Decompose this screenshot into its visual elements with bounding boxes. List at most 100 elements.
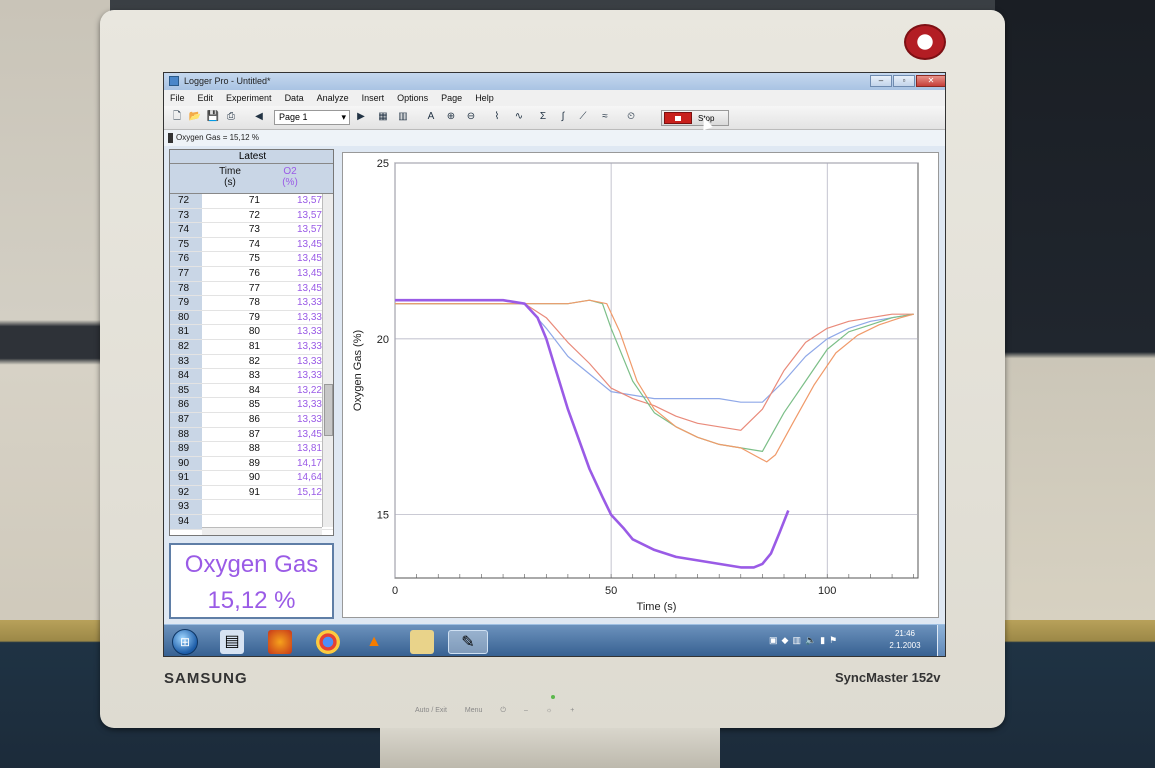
time-cell[interactable]: 73: [202, 223, 262, 238]
time-cell[interactable]: 81: [202, 340, 262, 355]
time-cell[interactable]: 83: [202, 369, 262, 384]
time-cell[interactable]: 75: [202, 252, 262, 267]
monitor-control[interactable]: ☼: [546, 707, 552, 715]
examine-icon[interactable]: ⌇: [490, 110, 504, 124]
table-row[interactable]: 73 72 13,57: [170, 208, 333, 224]
table-row[interactable]: 89 88 13,81: [170, 442, 333, 457]
o2-cell[interactable]: 13,33: [262, 413, 322, 428]
minimize-button[interactable]: –: [870, 75, 892, 87]
zoom-in-icon[interactable]: ⊕: [444, 110, 458, 124]
monitor-control[interactable]: ⏻: [500, 707, 506, 715]
maximize-button[interactable]: ▫: [893, 75, 915, 87]
table-row[interactable]: 86 85 13,33: [170, 398, 333, 413]
new-file-icon[interactable]: 🗋: [170, 110, 184, 124]
monitor-control[interactable]: –: [524, 707, 528, 715]
linear-fit-icon[interactable]: ⟋: [576, 110, 590, 124]
start-button[interactable]: ⊞: [172, 629, 198, 655]
clock-icon[interactable]: ⏲: [624, 110, 638, 124]
o2-cell[interactable]: 13,45: [262, 282, 322, 297]
tangent-icon[interactable]: ∿: [512, 110, 526, 124]
table-row[interactable]: 78 77 13,45: [170, 281, 333, 297]
next-page-icon[interactable]: ▶: [354, 110, 368, 124]
menu-options[interactable]: Options: [397, 93, 428, 103]
close-button[interactable]: ✕: [916, 75, 945, 87]
time-cell[interactable]: 89: [202, 457, 262, 472]
zoom-out-icon[interactable]: ⊖: [464, 110, 478, 124]
calculator-icon[interactable]: ▤: [220, 630, 244, 654]
print-icon[interactable]: ⎙: [224, 110, 238, 124]
o2-cell[interactable]: 13,33: [262, 398, 322, 413]
menu-experiment[interactable]: Experiment: [226, 93, 272, 103]
scrollbar-thumb[interactable]: [324, 384, 333, 436]
time-cell[interactable]: 85: [202, 398, 262, 413]
table-row[interactable]: 91 90 14,64: [170, 471, 333, 486]
time-cell[interactable]: 90: [202, 471, 262, 486]
o2-cell[interactable]: 15,12: [262, 486, 322, 501]
show-desktop-button[interactable]: [937, 625, 945, 656]
time-cell[interactable]: 77: [202, 282, 262, 297]
o2-cell[interactable]: 13,45: [262, 238, 322, 253]
time-cell[interactable]: 86: [202, 413, 262, 428]
table-row[interactable]: 81 80 13,33: [170, 325, 333, 340]
tray-battery-icon[interactable]: ▮: [820, 635, 825, 649]
table-icon[interactable]: ▦: [376, 110, 390, 124]
table-vertical-scrollbar[interactable]: [322, 194, 333, 527]
table-row[interactable]: 77 76 13,45: [170, 266, 333, 282]
o2-cell[interactable]: 13,81: [262, 442, 322, 457]
column-header-o2[interactable]: O2 (%): [262, 166, 318, 188]
title-bar[interactable]: Logger Pro - Untitled* – ▫ ✕: [164, 73, 945, 90]
integral-icon[interactable]: ∫: [556, 110, 570, 124]
menu-insert[interactable]: Insert: [362, 93, 385, 103]
o2-cell[interactable]: 13,33: [262, 340, 322, 355]
table-row[interactable]: 87 86 13,33: [170, 412, 333, 428]
table-row[interactable]: 82 81 13,33: [170, 339, 333, 355]
time-cell[interactable]: 78: [202, 296, 262, 311]
chrome-icon[interactable]: [316, 630, 340, 654]
stop-button[interactable]: Stop: [661, 110, 729, 126]
oxygen-chart[interactable]: 0 50 100 15 20 25 Time (s) Oxygen Gas (%): [343, 153, 940, 619]
table-row[interactable]: 90 89 14,17: [170, 456, 333, 472]
time-cell[interactable]: 82: [202, 355, 262, 370]
previous-page-icon[interactable]: ◀: [252, 110, 266, 124]
time-cell[interactable]: 72: [202, 209, 262, 224]
monitor-control[interactable]: +: [570, 707, 574, 715]
menu-edit[interactable]: Edit: [198, 93, 214, 103]
time-cell[interactable]: 84: [202, 384, 262, 399]
page-select[interactable]: Page 1 ▾: [274, 110, 350, 125]
tray-volume-icon[interactable]: 🔈: [805, 635, 816, 649]
time-cell[interactable]: 71: [202, 194, 262, 209]
tray-app-icon[interactable]: ▣: [769, 635, 778, 649]
data-table[interactable]: Latest Time (s) O2 (%) 72 71 13,57 73 72 13,5…: [169, 149, 334, 536]
curve-fit-icon[interactable]: ≈: [598, 110, 612, 124]
open-folder-icon[interactable]: 📂: [188, 110, 202, 124]
o2-cell[interactable]: 13,57: [262, 194, 322, 209]
table-row[interactable]: 75 74 13,45: [170, 237, 333, 253]
time-cell[interactable]: 88: [202, 442, 262, 457]
table-row[interactable]: 74 73 13,57: [170, 223, 333, 238]
menu-help[interactable]: Help: [475, 93, 494, 103]
o2-cell[interactable]: 13,22: [262, 384, 322, 399]
table-row[interactable]: 79 78 13,33: [170, 296, 333, 311]
table-row[interactable]: 76 75 13,45: [170, 252, 333, 267]
time-cell[interactable]: 79: [202, 311, 262, 326]
statistics-icon[interactable]: Σ: [536, 110, 550, 124]
file-explorer-icon[interactable]: [410, 630, 434, 654]
column-header-time[interactable]: Time (s): [202, 166, 258, 188]
time-cell[interactable]: 76: [202, 267, 262, 282]
table-row[interactable]: 93: [170, 500, 333, 516]
table-row[interactable]: 72 71 13,57: [170, 194, 333, 209]
o2-cell[interactable]: 13,57: [262, 209, 322, 224]
menu-file[interactable]: File: [170, 93, 185, 103]
tray-network-icon[interactable]: ▥: [792, 635, 801, 649]
firefox-icon[interactable]: [268, 630, 292, 654]
table-row[interactable]: 80 79 13,33: [170, 310, 333, 326]
o2-cell[interactable]: 14,64: [262, 471, 322, 486]
menu-analyze[interactable]: Analyze: [317, 93, 349, 103]
table-row[interactable]: 85 84 13,22: [170, 383, 333, 399]
table-row[interactable]: 83 82 13,33: [170, 354, 333, 370]
o2-cell[interactable]: 13,57: [262, 223, 322, 238]
monitor-control[interactable]: Menu: [465, 707, 483, 715]
time-cell[interactable]: 80: [202, 325, 262, 340]
tray-flag-icon[interactable]: ⚑: [829, 635, 837, 649]
table-row[interactable]: 92 91 15,12: [170, 485, 333, 501]
